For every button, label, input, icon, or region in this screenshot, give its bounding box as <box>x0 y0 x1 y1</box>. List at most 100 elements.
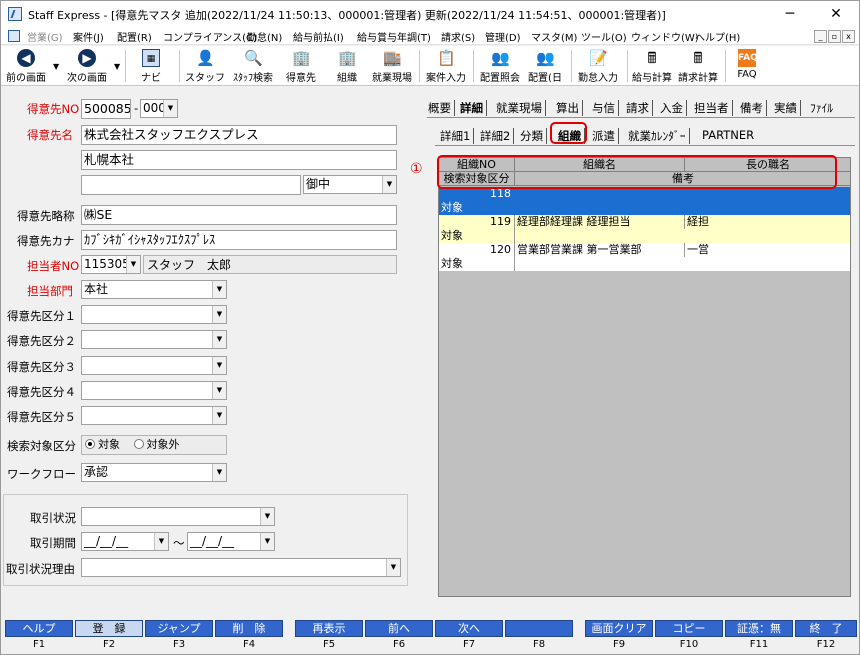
site-button[interactable]: 🏬 就業現場 <box>369 46 415 86</box>
chevron-down-icon: ▼ <box>212 464 226 481</box>
f7-next-button[interactable]: 次へ <box>435 620 503 637</box>
date-from-input[interactable]: __/__/__ ▼ <box>81 532 169 551</box>
class3-select[interactable]: ▼ <box>81 356 227 375</box>
class4-select[interactable]: ▼ <box>81 381 227 400</box>
date-to-input[interactable]: __/__/__ ▼ <box>187 532 275 551</box>
grid-header-highlight <box>437 155 837 189</box>
staff-icon: 👤 <box>196 49 215 67</box>
client-sub-select[interactable]: 000 ▼ <box>140 99 178 118</box>
tab-calc[interactable]: 算出 <box>553 100 583 116</box>
subtab-class[interactable]: 分類 <box>517 128 547 144</box>
dept-select[interactable]: 本社 ▼ <box>81 280 227 299</box>
subtab-detail2[interactable]: 詳細2 <box>477 128 515 144</box>
client-icon: 🏢 <box>292 49 311 67</box>
tab-site[interactable]: 就業現場 <box>493 100 546 116</box>
f1-help-button[interactable]: ヘルプ <box>5 620 73 637</box>
search-on-radio[interactable]: 対象 <box>85 438 120 451</box>
tab-notes[interactable]: 備考 <box>737 100 767 116</box>
menu-compliance[interactable]: コンプライアンス(C) <box>163 29 257 44</box>
menu-window[interactable]: ウィンドウ(W) <box>631 29 699 44</box>
menu-help[interactable]: ヘルプ(H) <box>695 29 740 44</box>
prev-screen-button[interactable]: ◀ 前の画面 <box>3 46 49 86</box>
f8-button[interactable] <box>505 620 573 637</box>
chevron-down-icon: ▼ <box>212 281 226 298</box>
f9-clear-button[interactable]: 画面クリア <box>585 620 653 637</box>
f2-save-button[interactable]: 登 録 <box>75 620 143 637</box>
table-row[interactable]: 118 対象 <box>439 187 850 215</box>
client-name2-input[interactable]: 札幌本社 <box>81 150 397 170</box>
subtab-detail1[interactable]: 詳細1 <box>437 128 475 144</box>
rep-no-select[interactable]: 115305 ▼ <box>81 255 141 274</box>
tab-overview[interactable]: 概要 <box>425 100 455 116</box>
mdi-doc-icon <box>8 30 20 42</box>
function-key-bar: ヘルプ F1 登 録 F2 ジャンプ F3 削 除 F4 再表示 F5 前へ F… <box>1 619 859 654</box>
menu-master[interactable]: マスタ(M) <box>531 29 577 44</box>
navi-button[interactable]: ▦ ナビ <box>131 46 171 86</box>
payroll-calc-button[interactable]: 🖩 給与計算 <box>629 46 675 86</box>
class2-select[interactable]: ▼ <box>81 330 227 349</box>
menu-billing[interactable]: 請求(S) <box>441 29 475 44</box>
menu-case[interactable]: 案件(J) <box>73 29 104 44</box>
kana-input[interactable]: ｶﾌﾞｼｷｶﾞｲｼｬｽﾀｯﾌｴｸｽﾌﾟﾚｽ <box>81 230 397 250</box>
client-form: 得意先NO 500085 - 000 ▼ 得意先名 株式会社スタッフエクスプレス … <box>1 87 421 617</box>
mdi-close-button[interactable]: x <box>842 30 855 43</box>
menu-assign[interactable]: 配置(R) <box>117 29 152 44</box>
tab-credit[interactable]: 与信 <box>589 100 619 116</box>
f12-exit-button[interactable]: 終 了 <box>795 620 857 637</box>
f5-refresh-button[interactable]: 再表示 <box>295 620 363 637</box>
kana-label: 得意先カナ <box>17 234 75 248</box>
menu-admin[interactable]: 管理(D) <box>485 29 521 44</box>
attendance-entry-button[interactable]: 📝 勤怠入力 <box>575 46 621 86</box>
f6-prev-button[interactable]: 前へ <box>365 620 433 637</box>
client-name3-input[interactable] <box>81 175 301 195</box>
f11-evidence-button[interactable]: 証憑：無 <box>725 620 793 637</box>
client-name-input[interactable]: 株式会社スタッフエクスプレス <box>81 125 397 145</box>
workflow-select[interactable]: 承認 ▼ <box>81 463 227 482</box>
assign-day-button[interactable]: 👥 配置(日 <box>525 46 565 86</box>
tab-file[interactable]: ﾌｧｲﾙ <box>807 100 836 116</box>
menu-advance[interactable]: 給与前払(I) <box>293 29 344 44</box>
honorific-select[interactable]: 御中 ▼ <box>303 175 397 194</box>
tab-payment[interactable]: 入金 <box>657 100 687 116</box>
assign-inquiry-button[interactable]: 👥 配置照会 <box>477 46 523 86</box>
deal-reason-select[interactable]: ▼ <box>81 558 401 577</box>
mdi-restore-button[interactable]: ▫ <box>828 30 841 43</box>
staff-button[interactable]: 👤 スタッフ <box>185 46 225 86</box>
tab-results[interactable]: 実績 <box>771 100 801 116</box>
f4-delete-button[interactable]: 削 除 <box>215 620 283 637</box>
close-button[interactable]: ✕ <box>813 1 859 27</box>
search-class-radio-group: 対象 対象外 <box>81 435 227 455</box>
f10-copy-button[interactable]: コピー <box>655 620 723 637</box>
table-row[interactable]: 120 営業部営業課 第一営業部 一営 対象 <box>439 243 850 271</box>
table-row[interactable]: 119 経理部経理課 経理担当 経担 対象 <box>439 215 850 243</box>
next-screen-button[interactable]: ▶ 次の画面 <box>61 46 113 86</box>
next-dropdown-icon[interactable]: ▼ <box>114 62 120 71</box>
subtab-calendar[interactable]: 就業ｶﾚﾝﾀﾞｰ <box>625 128 690 144</box>
tab-detail[interactable]: 詳細 <box>457 100 487 116</box>
case-entry-button[interactable]: 📋 案件入力 <box>423 46 469 86</box>
deal-status-select[interactable]: ▼ <box>81 507 275 526</box>
search-off-radio[interactable]: 対象外 <box>133 438 180 451</box>
staff-search-icon: 🔍 <box>244 49 263 67</box>
subtab-partner[interactable]: PARTNER <box>699 128 757 142</box>
billing-calc-button[interactable]: 🖩 請求計算 <box>675 46 721 86</box>
client-button[interactable]: 🏢 得意先 <box>281 46 321 86</box>
deal-status-label: 取引状況 <box>30 511 76 525</box>
short-name-input[interactable]: ㈱SE <box>81 205 397 225</box>
f3-jump-button[interactable]: ジャンプ <box>145 620 213 637</box>
class1-select[interactable]: ▼ <box>81 305 227 324</box>
subtab-dispatch[interactable]: 派遣 <box>589 128 619 144</box>
mdi-minimize-button[interactable]: _ <box>814 30 827 43</box>
menu-payroll[interactable]: 給与賞与年調(T) <box>357 29 431 44</box>
menu-attendance[interactable]: 勤怠(N) <box>247 29 282 44</box>
faq-button[interactable]: FAQ FAQ <box>729 46 765 86</box>
tab-rep[interactable]: 担当者 <box>691 100 733 116</box>
staff-search-button[interactable]: 🔍 ｽﾀｯﾌ検索 <box>229 46 277 86</box>
menu-tools[interactable]: ツール(O) <box>581 29 627 44</box>
tab-billing[interactable]: 請求 <box>623 100 653 116</box>
class5-select[interactable]: ▼ <box>81 406 227 425</box>
menu-sales[interactable]: 営業(G) <box>27 29 63 44</box>
org-button[interactable]: 🏢 組織 <box>327 46 367 86</box>
client-no-input[interactable]: 500085 <box>81 99 131 119</box>
prev-dropdown-icon[interactable]: ▼ <box>53 62 59 71</box>
